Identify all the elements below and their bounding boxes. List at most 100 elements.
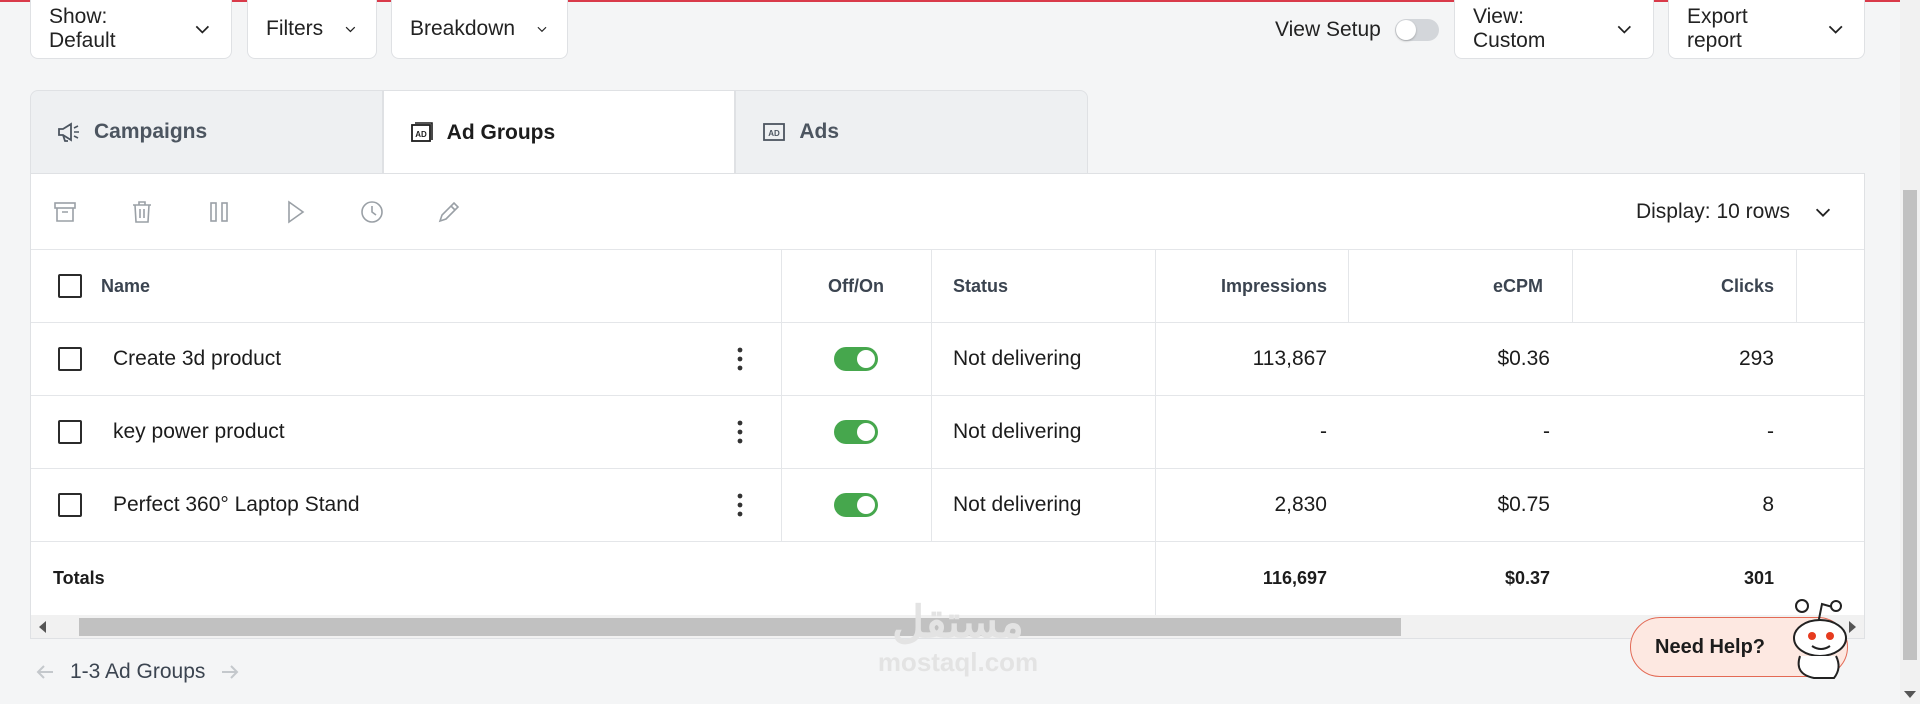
ecpm-header[interactable]: eCPM bbox=[1348, 250, 1572, 322]
column-divider bbox=[931, 323, 932, 395]
show-label: Show: Default bbox=[49, 5, 116, 52]
export-report-dropdown[interactable]: Export report bbox=[1668, 0, 1865, 59]
display-rows-dropdown[interactable]: Display: 10 rows bbox=[1636, 174, 1834, 250]
show-dropdown[interactable]: Show: Default bbox=[30, 0, 232, 59]
ad-group-toggle[interactable] bbox=[834, 493, 878, 517]
breakdown-dropdown[interactable]: Breakdown bbox=[391, 0, 568, 59]
scroll-down-arrow[interactable] bbox=[1904, 691, 1916, 698]
row-checkbox[interactable] bbox=[58, 420, 82, 444]
ad-group-name[interactable]: key power product bbox=[113, 396, 285, 468]
status-text: Not delivering bbox=[953, 347, 1082, 370]
filters-label: Filters bbox=[266, 17, 324, 40]
more-options-icon[interactable] bbox=[736, 491, 744, 519]
chevron-down-icon bbox=[345, 26, 356, 33]
status-text: Not delivering bbox=[953, 420, 1082, 443]
status-text: Not delivering bbox=[953, 493, 1082, 516]
onoff-header[interactable]: Off/On bbox=[781, 250, 931, 322]
tab-label: Campaigns bbox=[94, 120, 208, 143]
table-header: Name Off/On Status Impressions eCPM Clic… bbox=[31, 250, 1864, 323]
pagination-text: 1-3 Ad Groups bbox=[70, 660, 206, 683]
more-options-icon[interactable] bbox=[736, 418, 744, 446]
svg-text:AD: AD bbox=[769, 129, 781, 138]
view-dropdown[interactable]: View: Custom bbox=[1454, 0, 1654, 59]
table-row: Create 3d product Not delivering 113,867… bbox=[31, 323, 1864, 396]
total-impressions: 116,697 bbox=[1262, 568, 1327, 588]
pagination: 1-3 Ad Groups bbox=[34, 656, 241, 688]
impressions-value: - bbox=[1320, 420, 1327, 443]
tab-label: Ads bbox=[799, 120, 840, 143]
column-divider bbox=[931, 396, 932, 468]
clicks-value: 293 bbox=[1738, 347, 1774, 370]
table-row: Perfect 360° Laptop Stand Not delivering… bbox=[31, 469, 1864, 542]
reddit-snoo-icon[interactable] bbox=[1778, 594, 1856, 680]
ad-group-toggle[interactable] bbox=[834, 347, 878, 371]
view-setup: View Setup bbox=[1275, 0, 1439, 59]
chevron-down-icon bbox=[195, 25, 210, 34]
totals-label: Totals bbox=[53, 568, 105, 588]
row-checkbox[interactable] bbox=[58, 493, 82, 517]
total-ecpm: $0.37 bbox=[1504, 568, 1550, 588]
clock-icon[interactable] bbox=[358, 198, 386, 226]
clicks-value: - bbox=[1767, 420, 1774, 443]
arrow-left-icon[interactable] bbox=[34, 661, 56, 683]
more-options-icon[interactable] bbox=[736, 345, 744, 373]
name-header[interactable]: Name bbox=[101, 250, 150, 322]
watermark-latin: mostaql.com bbox=[877, 647, 1039, 677]
ecpm-value: - bbox=[1543, 420, 1550, 443]
export-label: Export report bbox=[1687, 5, 1748, 52]
filters-dropdown[interactable]: Filters bbox=[247, 0, 377, 59]
toggle-knob bbox=[857, 496, 875, 514]
ad-group-name[interactable]: Create 3d product bbox=[113, 323, 281, 395]
display-label: Display: 10 rows bbox=[1635, 200, 1790, 223]
total-clicks: 301 bbox=[1743, 568, 1774, 588]
bulk-actions-bar: Display: 10 rows bbox=[31, 174, 1864, 250]
megaphone-icon bbox=[58, 122, 79, 142]
impressions-header[interactable]: Impressions bbox=[1155, 250, 1349, 322]
play-icon[interactable] bbox=[281, 198, 309, 226]
pencil-icon[interactable] bbox=[435, 198, 463, 226]
chevron-down-icon bbox=[1618, 25, 1632, 34]
trash-icon[interactable] bbox=[128, 198, 156, 226]
scrollbar-thumb[interactable] bbox=[79, 618, 1401, 636]
pause-icon[interactable] bbox=[205, 198, 233, 226]
breakdown-label: Breakdown bbox=[410, 17, 516, 40]
row-checkbox[interactable] bbox=[58, 347, 82, 371]
clicks-header[interactable]: Clicks bbox=[1572, 250, 1796, 322]
ecpm-value: $0.36 bbox=[1497, 347, 1550, 370]
impressions-value: 2,830 bbox=[1274, 493, 1327, 516]
chevron-down-icon bbox=[1828, 25, 1843, 34]
view-label: View: Custom bbox=[1473, 5, 1546, 52]
toggle-knob bbox=[1395, 19, 1416, 40]
chevron-down-icon bbox=[1815, 208, 1831, 217]
need-help-label: Need Help? bbox=[1655, 635, 1766, 658]
view-setup-toggle[interactable] bbox=[1394, 18, 1439, 41]
arrow-right-icon[interactable] bbox=[219, 661, 241, 683]
tab-campaigns[interactable]: Campaigns bbox=[30, 90, 383, 174]
column-divider bbox=[931, 469, 932, 541]
table-row: key power product Not delivering - - - bbox=[31, 396, 1864, 469]
toggle-knob bbox=[857, 423, 875, 441]
tab-ad-groups[interactable]: AD Ad Groups bbox=[382, 90, 736, 174]
tab-bar: Campaigns AD Ad Groups AD Ads bbox=[30, 90, 1089, 174]
ecpm-value: $0.75 bbox=[1497, 493, 1550, 516]
ad-group-name[interactable]: Perfect 360° Laptop Stand bbox=[113, 469, 360, 541]
chevron-down-icon bbox=[537, 26, 547, 33]
ad-group-icon: AD bbox=[410, 121, 433, 142]
column-divider bbox=[931, 250, 932, 322]
tab-ads[interactable]: AD Ads bbox=[735, 90, 1089, 174]
svg-text:AD: AD bbox=[415, 130, 427, 139]
toggle-knob bbox=[857, 350, 875, 368]
clicks-value: 8 bbox=[1762, 493, 1774, 516]
status-header[interactable]: Status bbox=[953, 250, 1008, 322]
scrollbar-thumb[interactable] bbox=[1903, 190, 1917, 660]
archive-icon[interactable] bbox=[51, 198, 79, 226]
select-all-checkbox[interactable] bbox=[58, 274, 82, 298]
watermark: مستقل mostaql.com bbox=[858, 598, 1058, 676]
scroll-left-arrow[interactable] bbox=[39, 621, 46, 633]
ad-group-toggle[interactable] bbox=[834, 420, 878, 444]
column-divider bbox=[1796, 250, 1797, 322]
vertical-scrollbar[interactable] bbox=[1900, 0, 1920, 704]
view-setup-label: View Setup bbox=[1275, 17, 1381, 41]
watermark-arabic: مستقل bbox=[892, 598, 1024, 647]
ad-icon: AD bbox=[763, 123, 786, 141]
